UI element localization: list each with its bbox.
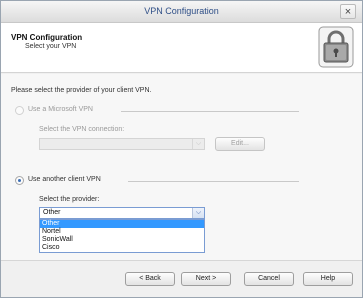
provider-value: Other [43, 209, 61, 216]
group-divider [121, 111, 299, 112]
provider-select[interactable]: Other ⌵ [39, 207, 205, 219]
group-divider [128, 181, 299, 182]
other-vpn-radio[interactable] [15, 176, 24, 185]
edit-button[interactable]: Edit... [215, 137, 265, 151]
microsoft-vpn-radio[interactable] [15, 106, 24, 115]
wizard-header: VPN Configuration Select your VPN [1, 23, 362, 73]
wizard-footer: < Back Next > Cancel Help [1, 260, 362, 297]
vpn-connection-select[interactable]: ⌵ [39, 138, 205, 150]
provider-label: Select the provider: [39, 196, 100, 203]
help-button[interactable]: Help [303, 272, 353, 286]
vpn-connection-label: Select the VPN connection: [39, 126, 125, 133]
cancel-button[interactable]: Cancel [244, 272, 294, 286]
provider-option-cisco[interactable]: Cisco [40, 244, 204, 252]
close-button[interactable]: × [340, 4, 356, 19]
provider-option-nortel[interactable]: Nortel [40, 228, 204, 236]
provider-prompt: Please select the provider of your clien… [11, 87, 152, 94]
other-vpn-label: Use another client VPN [28, 176, 101, 183]
header-subtitle: Select your VPN [25, 43, 77, 50]
microsoft-vpn-label: Use a Microsoft VPN [28, 106, 93, 113]
vpn-configuration-dialog: VPN Configuration × VPN Configuration Se… [0, 0, 363, 298]
provider-option-other[interactable]: Other [40, 220, 204, 228]
header-title: VPN Configuration [11, 33, 83, 42]
chevron-down-icon: ⌵ [192, 139, 204, 149]
window-title: VPN Configuration [144, 6, 219, 16]
next-button[interactable]: Next > [181, 272, 231, 286]
vpn-lock-icon [318, 26, 354, 68]
title-bar: VPN Configuration × [1, 1, 362, 23]
back-button[interactable]: < Back [125, 272, 175, 286]
provider-dropdown-list: Other Nortel SonicWall Cisco [39, 219, 205, 253]
provider-option-sonicwall[interactable]: SonicWall [40, 236, 204, 244]
chevron-down-icon: ⌵ [192, 208, 204, 218]
